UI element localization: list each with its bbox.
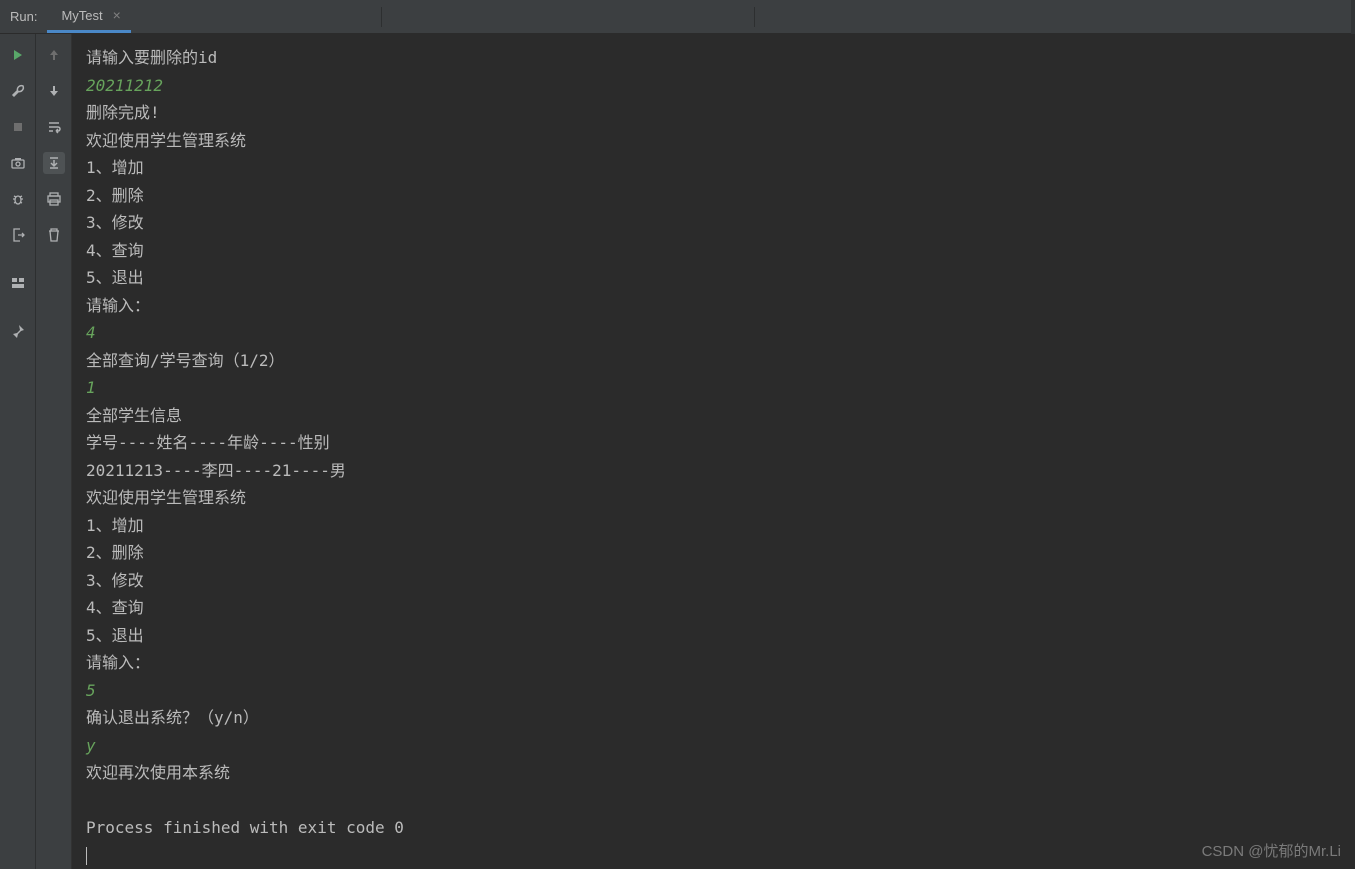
console-output-line: 学号----姓名----年龄----性别	[86, 429, 1341, 457]
camera-icon[interactable]	[7, 152, 29, 174]
console-output-line: 请输入要删除的id	[86, 44, 1341, 72]
console-output-line: 5、退出	[86, 264, 1341, 292]
divider	[754, 7, 755, 27]
console-output-line: Process finished with exit code 0	[86, 814, 1341, 842]
console-output-line: 欢迎再次使用本系统	[86, 759, 1341, 787]
print-icon[interactable]	[43, 188, 65, 210]
console-output-line: 欢迎使用学生管理系统	[86, 484, 1341, 512]
console-output-line	[86, 787, 1341, 815]
up-arrow-icon[interactable]	[43, 44, 65, 66]
cursor	[86, 847, 87, 865]
top-bar: Run: MyTest ×	[0, 0, 1355, 34]
console-output-line: 5、退出	[86, 622, 1341, 650]
divider	[381, 7, 382, 27]
bug-icon[interactable]	[7, 188, 29, 210]
console-output-line: 2、删除	[86, 539, 1341, 567]
console-output-line: 1、增加	[86, 512, 1341, 540]
stop-icon[interactable]	[7, 116, 29, 138]
tab-label: MyTest	[61, 8, 102, 23]
console-output-line: 3、修改	[86, 209, 1341, 237]
console-output-line: 1、增加	[86, 154, 1341, 182]
console-output-line: 4、查询	[86, 594, 1341, 622]
layout-icon[interactable]	[7, 272, 29, 294]
soft-wrap-icon[interactable]	[43, 116, 65, 138]
scroll-to-end-icon[interactable]	[43, 152, 65, 174]
console-output-line: 请输入：	[86, 649, 1341, 677]
pin-icon[interactable]	[7, 320, 29, 342]
main: 请输入要删除的id20211212删除完成!欢迎使用学生管理系统1、增加2、删除…	[0, 34, 1355, 869]
console-input-line: y	[86, 732, 1341, 760]
console-output-line: 请输入：	[86, 292, 1341, 320]
console-output-line: 全部学生信息	[86, 402, 1341, 430]
exit-icon[interactable]	[7, 224, 29, 246]
tab-mytest[interactable]: MyTest ×	[47, 0, 130, 33]
console-output-line: 删除完成!	[86, 99, 1341, 127]
wrench-icon[interactable]	[7, 80, 29, 102]
left-gutter-2	[36, 34, 72, 869]
watermark: CSDN @忧郁的Mr.Li	[1202, 840, 1341, 861]
rerun-icon[interactable]	[7, 44, 29, 66]
run-label: Run:	[0, 9, 47, 24]
cursor-line	[86, 842, 1341, 869]
trash-icon[interactable]	[43, 224, 65, 246]
console-output-line: 3、修改	[86, 567, 1341, 595]
console-input-line: 5	[86, 677, 1341, 705]
console-input-line: 4	[86, 319, 1341, 347]
console-output-line: 2、删除	[86, 182, 1341, 210]
console-input-line: 1	[86, 374, 1341, 402]
console-output-line: 20211213----李四----21----男	[86, 457, 1341, 485]
left-gutter-1	[0, 34, 36, 869]
console-output-line: 欢迎使用学生管理系统	[86, 127, 1341, 155]
close-icon[interactable]: ×	[113, 7, 121, 23]
console-output-line: 4、查询	[86, 237, 1341, 265]
console-output-line: 全部查询/学号查询（1/2）	[86, 347, 1341, 375]
console-output-line: 确认退出系统？（y/n）	[86, 704, 1341, 732]
down-arrow-icon[interactable]	[43, 80, 65, 102]
console-output[interactable]: 请输入要删除的id20211212删除完成!欢迎使用学生管理系统1、增加2、删除…	[72, 34, 1355, 869]
console-input-line: 20211212	[86, 72, 1341, 100]
